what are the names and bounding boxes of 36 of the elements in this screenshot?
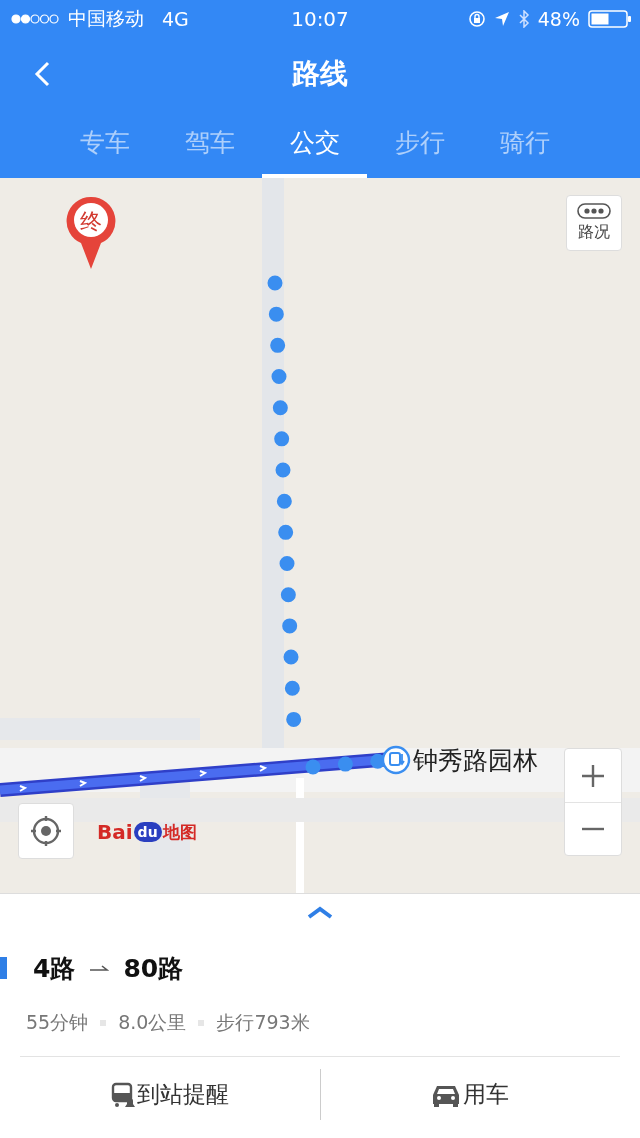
status-time: 10:07 (291, 7, 349, 31)
bus-stop-icon (381, 745, 411, 775)
locate-button[interactable] (18, 803, 74, 859)
logo-text: 地图 (162, 820, 197, 844)
battery-percent: 48% (537, 8, 580, 30)
location-arrow-icon (493, 11, 510, 27)
ride-button[interactable]: 用车 (319, 1069, 620, 1120)
route-marker (0, 957, 7, 979)
back-icon (32, 60, 52, 88)
minus-icon (581, 827, 605, 831)
ellipsis-icon (577, 203, 611, 219)
walk-distance: 步行793米 (216, 1010, 310, 1035)
trip-duration: 55分钟 (26, 1010, 89, 1035)
trip-distance: 8.0公里 (118, 1010, 187, 1035)
bus-line: 4路 (33, 952, 76, 985)
expand-icon[interactable] (306, 906, 334, 920)
bus-bell-icon (110, 1081, 135, 1108)
traffic-button[interactable]: 路况 (566, 195, 622, 251)
bus-line: 80路 (123, 952, 184, 985)
bluetooth-icon (517, 10, 530, 28)
network-type: 4G (162, 8, 189, 30)
end-marker: 终 (65, 195, 117, 271)
mode-tab[interactable]: 步行 (367, 110, 472, 178)
crosshair-icon (30, 815, 62, 847)
plus-icon (581, 763, 605, 788)
page-title: 路线 (292, 56, 348, 92)
carrier-name: 中国移动 (68, 6, 144, 31)
signal-icon (10, 13, 60, 25)
station-label: 钟秀路园林 (413, 745, 538, 777)
arrival-alert-button[interactable]: 到站提醒 (20, 1069, 320, 1120)
logo-text: Bai (97, 820, 133, 844)
mode-tab[interactable]: 驾车 (157, 110, 262, 178)
rotation-lock-icon (467, 10, 486, 28)
battery-icon (588, 9, 632, 29)
mode-tab[interactable]: 专车 (52, 110, 157, 178)
mode-tab[interactable]: 骑行 (472, 110, 577, 178)
